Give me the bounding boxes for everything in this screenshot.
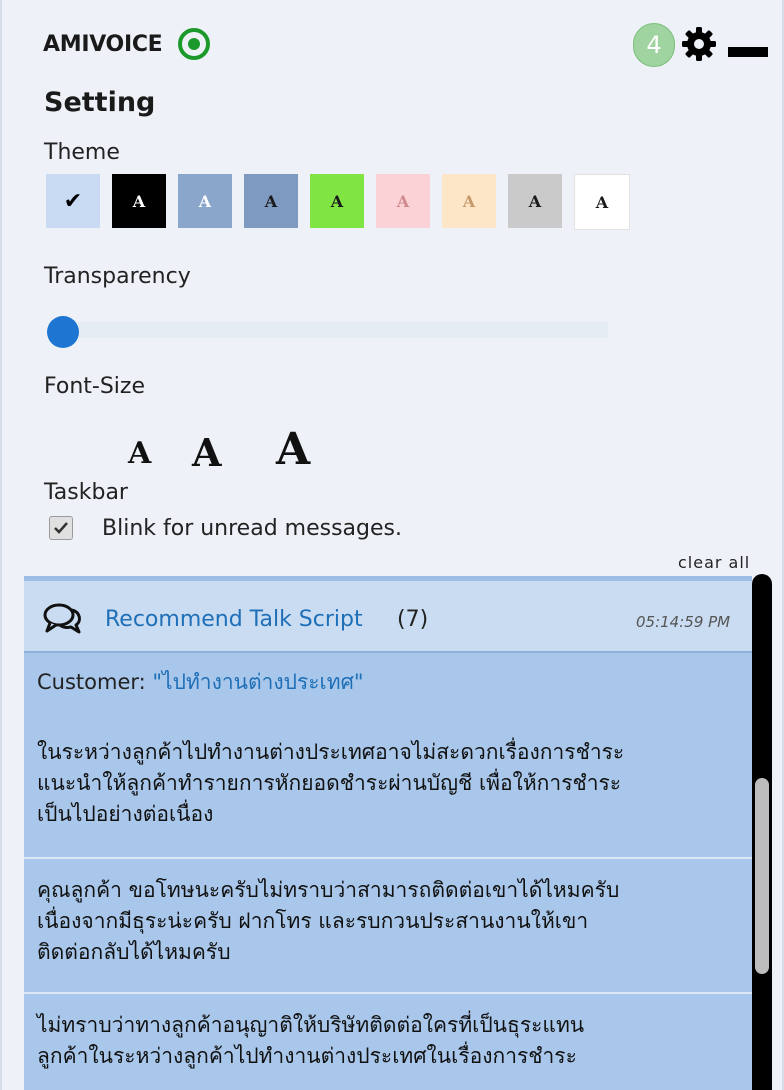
font-size-medium-option[interactable]: A	[192, 430, 221, 475]
messages-panel: Recommend Talk Script (7) 05:14:59 PM Cu…	[24, 576, 752, 1090]
messages-scrollbar[interactable]	[752, 574, 772, 1090]
font-size-small-option[interactable]: A	[128, 436, 151, 471]
transparency-slider-track[interactable]	[78, 322, 608, 338]
theme-swatch-selected[interactable]: ✔	[46, 174, 100, 228]
message-group-title[interactable]: Recommend Talk Script	[105, 607, 363, 632]
theme-swatch[interactable]: A	[112, 174, 166, 228]
message-timestamp: 05:14:59 PM	[636, 613, 731, 631]
customer-prefix: Customer:	[37, 670, 153, 694]
blink-label: Blink for unread messages.	[102, 516, 402, 541]
radio-target-icon	[178, 28, 210, 60]
script-line: ลูกค้าในระหว่างลูกค้าไปทำงานต่างประเทศใน…	[37, 1044, 577, 1068]
settings-title: Setting	[44, 87, 156, 118]
script-line: ติดต่อกลับได้ไหมครับ	[37, 940, 231, 964]
theme-swatch[interactable]: A	[442, 174, 496, 228]
script-line: ไม่ทราบว่าทางลูกค้าอนุญาติให้บริษัทติดต่…	[37, 1013, 585, 1037]
theme-label: Theme	[44, 140, 120, 165]
script-text: ในระหว่างลูกค้าไปทำงานต่างประเทศอาจไม่สะ…	[37, 737, 624, 830]
taskbar-label: Taskbar	[44, 480, 128, 505]
checkmark-icon	[54, 522, 68, 534]
transparency-label: Transparency	[44, 264, 191, 289]
clear-all-link[interactable]: clear all	[678, 553, 750, 572]
font-size-large-option[interactable]: A	[276, 424, 310, 475]
customer-quote: "ไปทำงานต่างประเทศ"	[152, 670, 364, 694]
minimize-icon[interactable]	[728, 47, 768, 57]
script-text: ไม่ทราบว่าทางลูกค้าอนุญาติให้บริษัทติดต่…	[37, 1010, 584, 1072]
theme-swatch[interactable]: A	[574, 174, 630, 230]
window-left-border	[0, 0, 2, 1090]
list-item[interactable]: Customer: "ไปทำงานต่างประเทศ" ในระหว่างล…	[24, 653, 752, 859]
theme-swatch[interactable]: A	[376, 174, 430, 228]
customer-line: Customer: "ไปทำงานต่างประเทศ"	[37, 667, 364, 698]
script-line: ในระหว่างลูกค้าไปทำงานต่างประเทศอาจไม่สะ…	[37, 740, 625, 764]
theme-swatch[interactable]: A	[244, 174, 298, 228]
theme-swatch[interactable]: A	[508, 174, 562, 228]
list-item[interactable]: ไม่ทราบว่าทางลูกค้าอนุญาติให้บริษัทติดต่…	[24, 994, 752, 1090]
script-line: เนื่องจากมีธุระน่ะครับ ฝากโทร และรบกวนปร…	[37, 909, 589, 933]
message-group-header[interactable]: Recommend Talk Script (7) 05:14:59 PM	[24, 581, 752, 653]
blink-checkbox[interactable]	[49, 516, 73, 540]
script-line: เป็นไปอย่างต่อเนื่อง	[37, 802, 214, 826]
scrollbar-thumb[interactable]	[755, 778, 769, 974]
script-line: คุณลูกค้า ขอโทษนะครับไม่ทราบว่าสามารถติด…	[37, 878, 620, 902]
script-line: แนะนำให้ลูกค้าทำรายการหักยอดชำระผ่านบัญช…	[37, 771, 622, 795]
theme-swatch[interactable]: A	[178, 174, 232, 228]
list-item[interactable]: คุณลูกค้า ขอโทษนะครับไม่ทราบว่าสามารถติด…	[24, 859, 752, 994]
app-name: AMIVOICE	[43, 32, 163, 57]
message-count: (7)	[397, 607, 429, 632]
theme-swatch[interactable]: A	[310, 174, 364, 228]
transparency-slider-handle[interactable]	[47, 316, 79, 348]
gear-icon[interactable]	[681, 26, 717, 62]
notification-badge[interactable]: 4	[633, 23, 675, 67]
script-text: คุณลูกค้า ขอโทษนะครับไม่ทราบว่าสามารถติด…	[37, 875, 619, 968]
font-size-label: Font-Size	[44, 374, 145, 399]
chat-bubbles-icon	[43, 603, 81, 634]
header: AMIVOICE 4	[0, 0, 784, 90]
